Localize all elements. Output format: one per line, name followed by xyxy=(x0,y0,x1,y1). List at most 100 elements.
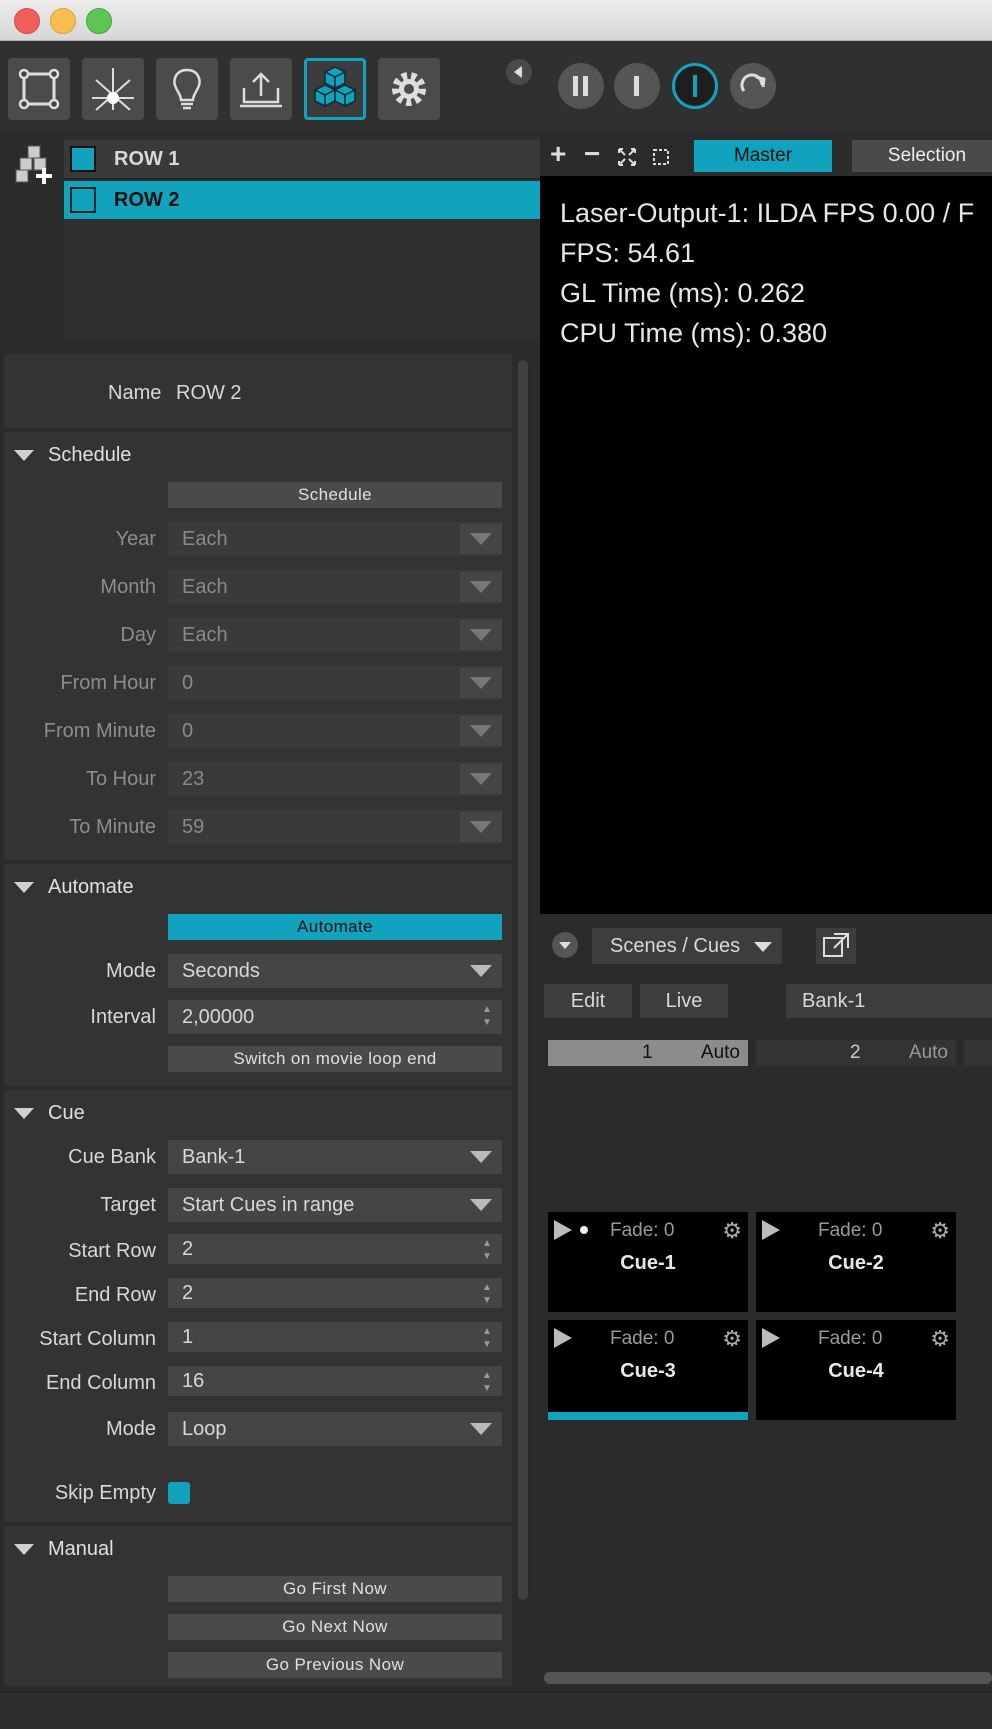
empty-cue-slot[interactable] xyxy=(756,1644,956,1664)
empty-cue-slot[interactable] xyxy=(756,1536,956,1636)
empty-cue-slot[interactable] xyxy=(964,1428,992,1528)
end-row-input[interactable]: 2 ▲ ▼ xyxy=(168,1278,502,1308)
empty-cue-slot[interactable] xyxy=(964,1536,992,1636)
empty-cue-slot[interactable] xyxy=(964,1212,992,1312)
empty-cue-slot[interactable] xyxy=(548,1080,748,1180)
cue-progress-bar xyxy=(548,1412,748,1420)
scrollbar-thumb[interactable] xyxy=(518,360,528,1600)
manual-header[interactable]: Manual xyxy=(14,1538,114,1561)
play-icon[interactable] xyxy=(554,1220,572,1240)
add-row-icon[interactable] xyxy=(14,144,56,186)
target-select[interactable]: Start Cues in range xyxy=(168,1188,502,1222)
collapse-button[interactable] xyxy=(506,59,532,85)
automate-toggle-button[interactable]: Automate xyxy=(168,914,502,940)
selection-box-icon[interactable] xyxy=(652,148,670,166)
empty-cue-slot[interactable] xyxy=(548,1428,748,1528)
chevron-down-icon xyxy=(460,668,502,698)
laser-button[interactable] xyxy=(82,58,144,120)
row-checkbox[interactable] xyxy=(70,187,96,213)
pause-button[interactable] xyxy=(558,63,604,109)
year-select[interactable]: Each xyxy=(168,522,502,556)
properties-scrollbar[interactable] xyxy=(516,358,530,1602)
maximize-window-button[interactable] xyxy=(86,8,112,34)
gear-icon[interactable]: ⚙ xyxy=(722,1326,742,1352)
stepper-icon[interactable]: ▲ ▼ xyxy=(480,1281,494,1309)
panel-menu-button[interactable] xyxy=(552,932,578,958)
skip-empty-checkbox[interactable] xyxy=(168,1482,190,1504)
skip-empty-label: Skip Empty xyxy=(54,1482,156,1504)
tab-selection[interactable]: Selection xyxy=(852,140,992,172)
cue-tile[interactable]: Fade: 0 ⚙ Cue-1 xyxy=(548,1212,748,1312)
zoom-in-icon[interactable]: + xyxy=(550,138,566,170)
go-previous-now-button[interactable]: Go Previous Now xyxy=(168,1652,502,1678)
bank-select[interactable]: Bank-1 xyxy=(786,984,992,1018)
name-value[interactable]: ROW 2 xyxy=(176,382,242,405)
stop-button[interactable] xyxy=(614,63,660,109)
stepper-icon[interactable]: ▲ ▼ xyxy=(480,1003,494,1031)
stepper-icon[interactable]: ▲ ▼ xyxy=(480,1325,494,1353)
stepper-icon[interactable]: ▲ ▼ xyxy=(480,1369,494,1397)
automate-header[interactable]: Automate xyxy=(14,876,134,899)
schedule-toggle-button[interactable]: Schedule xyxy=(168,482,502,508)
day-select[interactable]: Each xyxy=(168,618,502,652)
edit-button[interactable]: Edit xyxy=(544,984,632,1018)
play-icon[interactable] xyxy=(762,1328,780,1348)
fixtures-button[interactable] xyxy=(156,58,218,120)
cue-tile-active[interactable]: Fade: 0 ⚙ Cue-3 xyxy=(548,1320,748,1420)
column-header-2[interactable]: 2 Auto xyxy=(756,1040,956,1066)
empty-cue-slot[interactable] xyxy=(756,1080,956,1180)
empty-cue-slot[interactable] xyxy=(548,1536,748,1636)
zoom-out-icon[interactable]: − xyxy=(584,138,600,170)
live-button[interactable]: Live xyxy=(640,984,728,1018)
from-minute-select[interactable]: 0 xyxy=(168,714,502,748)
output-preview[interactable]: Laser-Output-1: ILDA FPS 0.00 / F FPS: 5… xyxy=(540,176,992,914)
switch-on-movie-loop-end-button[interactable]: Switch on movie loop end xyxy=(168,1046,502,1072)
go-next-now-button[interactable]: Go Next Now xyxy=(168,1614,502,1640)
play-icon[interactable] xyxy=(762,1220,780,1240)
cue-tile[interactable]: Fade: 0 ⚙ Cue-4 xyxy=(756,1320,956,1420)
go-first-now-button[interactable]: Go First Now xyxy=(168,1576,502,1602)
zones-button[interactable] xyxy=(8,58,70,120)
tab-master[interactable]: Master xyxy=(694,140,832,172)
rows-button[interactable] xyxy=(304,58,366,120)
empty-cue-slot[interactable] xyxy=(964,1320,992,1420)
start-column-input[interactable]: 1 ▲ ▼ xyxy=(168,1322,502,1352)
gear-icon[interactable]: ⚙ xyxy=(930,1326,950,1352)
interval-input[interactable]: 2,00000 ▲ ▼ xyxy=(168,1000,502,1034)
row-item-selected[interactable]: ROW 2 xyxy=(64,181,540,219)
collapse-triangle-icon xyxy=(14,1108,34,1119)
cues-horizontal-scrollbar[interactable] xyxy=(544,1672,992,1684)
power-button[interactable] xyxy=(672,63,718,109)
cue-bank-select[interactable]: Bank-1 xyxy=(168,1140,502,1174)
row-checkbox[interactable] xyxy=(70,146,96,172)
popout-button[interactable] xyxy=(816,928,856,964)
minimize-window-button[interactable] xyxy=(50,8,76,34)
empty-cue-slot[interactable] xyxy=(964,1080,992,1180)
column-header-1[interactable]: 1 Auto xyxy=(548,1040,748,1066)
view-select[interactable]: Scenes / Cues xyxy=(592,928,782,964)
from-hour-select[interactable]: 0 xyxy=(168,666,502,700)
to-hour-select[interactable]: 23 xyxy=(168,762,502,796)
gear-icon[interactable]: ⚙ xyxy=(722,1218,742,1244)
empty-cue-slot[interactable] xyxy=(548,1644,748,1664)
cue-header[interactable]: Cue xyxy=(14,1102,85,1125)
to-minute-select[interactable]: 59 xyxy=(168,810,502,844)
redo-button[interactable] xyxy=(730,63,776,109)
settings-button[interactable] xyxy=(378,58,440,120)
cue-mode-select[interactable]: Loop xyxy=(168,1412,502,1446)
row-item[interactable]: ROW 1 xyxy=(64,140,540,179)
export-button[interactable] xyxy=(230,58,292,120)
automate-mode-select[interactable]: Seconds xyxy=(168,954,502,988)
close-window-button[interactable] xyxy=(14,8,40,34)
fit-icon[interactable] xyxy=(618,148,636,166)
stepper-icon[interactable]: ▲ ▼ xyxy=(480,1237,494,1265)
gear-icon[interactable]: ⚙ xyxy=(930,1218,950,1244)
play-icon[interactable] xyxy=(554,1328,572,1348)
schedule-header[interactable]: Schedule xyxy=(14,444,131,467)
end-column-input[interactable]: 16 ▲ ▼ xyxy=(168,1366,502,1396)
column-header-3[interactable] xyxy=(964,1040,992,1066)
empty-cue-slot[interactable] xyxy=(756,1428,956,1528)
cue-tile[interactable]: Fade: 0 ⚙ Cue-2 xyxy=(756,1212,956,1312)
start-row-input[interactable]: 2 ▲ ▼ xyxy=(168,1234,502,1264)
month-select[interactable]: Each xyxy=(168,570,502,604)
